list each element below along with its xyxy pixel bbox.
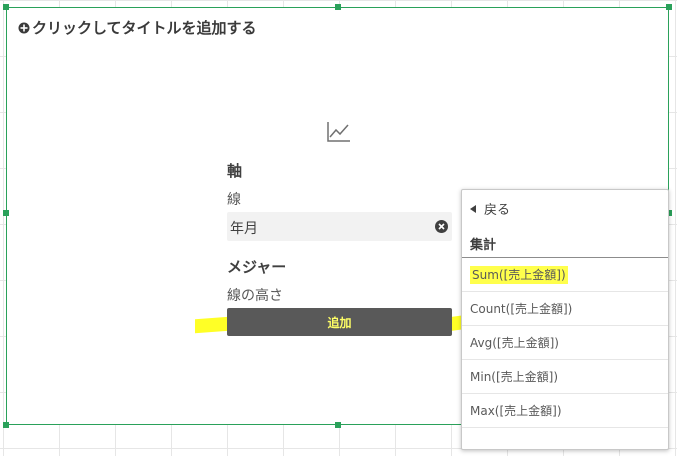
option-min[interactable]: Min([売上金額]) (462, 360, 668, 394)
option-avg[interactable]: Avg([売上金額]) (462, 326, 668, 360)
aggregation-dropdown: 戻る 集計 Sum([売上金額]) Count([売上金額]) Avg([売上金… (461, 189, 669, 450)
plus-circle-icon (18, 22, 30, 33)
back-label: 戻る (484, 203, 511, 218)
axis-line-label: 線 (227, 192, 241, 208)
back-arrow-icon (470, 204, 476, 213)
resize-handle-bc[interactable] (335, 422, 341, 428)
resize-handle-bl[interactable] (3, 422, 9, 428)
option-count[interactable]: Count([売上金額]) (462, 292, 668, 326)
dimension-value: 年月 (230, 221, 258, 237)
resize-handle-ml[interactable] (3, 210, 9, 216)
add-title-button[interactable]: クリックしてタイトルを追加する (18, 17, 257, 38)
line-chart-icon (327, 122, 350, 142)
measure-heading: メジャー (227, 258, 287, 276)
axis-heading: 軸 (227, 162, 243, 180)
dimension-field[interactable]: 年月 (227, 212, 452, 241)
title-placeholder: クリックしてタイトルを追加する (32, 19, 257, 37)
option-sum[interactable]: Sum([売上金額]) (462, 258, 668, 292)
highlight-mark-left (195, 316, 229, 334)
resize-handle-tc[interactable] (335, 4, 341, 10)
resize-handle-tr[interactable] (666, 4, 672, 10)
aggregation-header: 集計 (470, 238, 497, 253)
resize-handle-tl[interactable] (3, 4, 9, 10)
option-max[interactable]: Max([売上金額]) (462, 394, 668, 428)
line-height-label: 線の高さ (227, 288, 283, 304)
add-measure-button[interactable]: 追加 (227, 308, 452, 336)
clear-icon[interactable] (435, 220, 448, 233)
back-button[interactable]: 戻る (470, 199, 510, 218)
